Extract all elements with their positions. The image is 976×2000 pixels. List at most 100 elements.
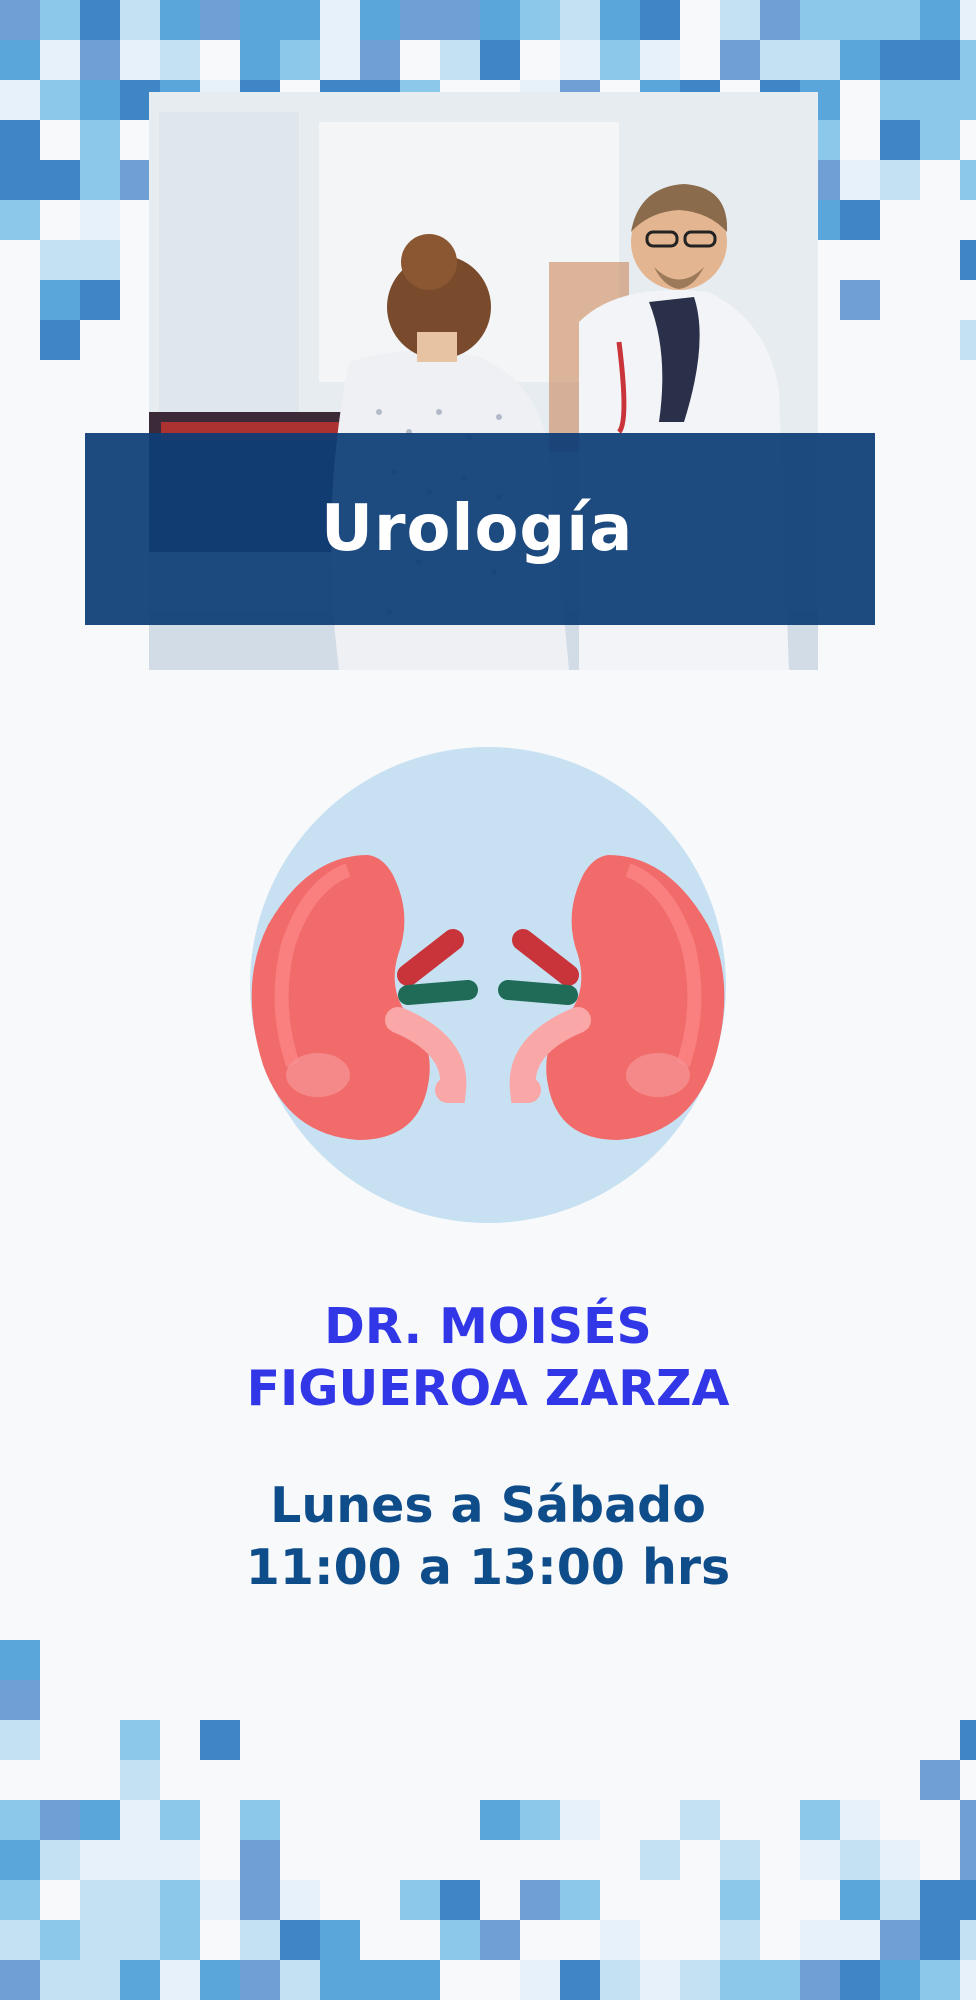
mosaic-tile <box>920 120 960 160</box>
mosaic-tile <box>960 0 976 40</box>
mosaic-tile <box>720 1880 760 1920</box>
mosaic-tile <box>720 1840 760 1880</box>
doctor-name-line-1: DR. MOISÉS <box>324 1298 652 1355</box>
mosaic-tile <box>320 0 360 40</box>
mosaic-tile <box>920 1760 960 1800</box>
mosaic-tile <box>240 40 280 80</box>
doctor-name-line-2: FIGUEROA ZARZA <box>246 1360 730 1417</box>
mosaic-tile <box>120 1840 160 1880</box>
mosaic-tile <box>840 160 880 200</box>
mosaic-tile <box>680 1800 720 1840</box>
mosaic-tile <box>0 1720 40 1760</box>
mosaic-tile <box>160 1800 200 1840</box>
mosaic-tile <box>240 1800 280 1840</box>
mosaic-tile <box>320 1920 360 1960</box>
mosaic-tile <box>800 0 840 40</box>
mosaic-tile <box>560 1880 600 1920</box>
mosaic-tile <box>40 80 80 120</box>
mosaic-tile <box>0 200 40 240</box>
mosaic-tile <box>0 0 40 40</box>
schedule-days: Lunes a Sábado <box>270 1477 706 1534</box>
mosaic-tile <box>80 200 120 240</box>
mosaic-tile <box>760 0 800 40</box>
mosaic-tile <box>40 1960 80 2000</box>
mosaic-tile <box>40 40 80 80</box>
mosaic-tile <box>80 160 120 200</box>
mosaic-tile <box>640 40 680 80</box>
mosaic-tile <box>720 0 760 40</box>
mosaic-tile <box>960 80 976 120</box>
mosaic-tile <box>520 1960 560 2000</box>
mosaic-tile <box>320 40 360 80</box>
mosaic-tile <box>120 1880 160 1920</box>
mosaic-tile <box>960 240 976 280</box>
mosaic-tile <box>800 40 840 80</box>
mosaic-tile <box>0 1880 40 1920</box>
mosaic-tile <box>520 0 560 40</box>
mosaic-tile <box>80 240 120 280</box>
mosaic-tile <box>160 1960 200 2000</box>
mosaic-tile <box>680 1960 720 2000</box>
mosaic-tile <box>920 1880 960 1920</box>
mosaic-tile <box>280 0 320 40</box>
mosaic-tile <box>120 0 160 40</box>
mosaic-tile <box>120 1960 160 2000</box>
mosaic-tile <box>320 1960 360 2000</box>
mosaic-tile <box>120 40 160 80</box>
mosaic-tile <box>40 1800 80 1840</box>
mosaic-tile <box>80 1880 120 1920</box>
mosaic-tile <box>240 1880 280 1920</box>
mosaic-tile <box>280 1960 320 2000</box>
mosaic-tile <box>920 80 960 120</box>
mosaic-tile <box>440 0 480 40</box>
mosaic-tile <box>560 40 600 80</box>
mosaic-tile <box>0 1800 40 1840</box>
mosaic-tile <box>960 40 976 80</box>
mosaic-tile <box>120 1760 160 1800</box>
mosaic-tile <box>80 0 120 40</box>
mosaic-tile <box>600 40 640 80</box>
mosaic-tile <box>80 120 120 160</box>
mosaic-tile <box>400 0 440 40</box>
mosaic-tile <box>200 0 240 40</box>
mosaic-tile <box>600 1920 640 1960</box>
mosaic-tile <box>880 40 920 80</box>
mosaic-tile <box>240 1920 280 1960</box>
mosaic-tile <box>640 1960 680 2000</box>
mosaic-tile <box>840 1960 880 2000</box>
mosaic-tile <box>40 0 80 40</box>
mosaic-tile <box>40 160 80 200</box>
mosaic-tile <box>80 1960 120 2000</box>
mosaic-tile <box>560 1800 600 1840</box>
mosaic-tile <box>360 0 400 40</box>
mosaic-tile <box>720 40 760 80</box>
mosaic-tile <box>720 1960 760 2000</box>
mosaic-tile <box>920 1920 960 1960</box>
kidneys-icon <box>248 745 728 1225</box>
mosaic-tile <box>920 1960 960 2000</box>
mosaic-tile <box>80 1840 120 1880</box>
mosaic-tile <box>480 40 520 80</box>
mosaic-tile <box>480 1800 520 1840</box>
mosaic-tile <box>160 1920 200 1960</box>
mosaic-tile <box>840 280 880 320</box>
mosaic-tile <box>760 40 800 80</box>
mosaic-tile <box>440 1920 480 1960</box>
mosaic-tile <box>400 1960 440 2000</box>
title-banner: Urología <box>85 433 875 625</box>
mosaic-tile <box>760 1960 800 2000</box>
mosaic-tile <box>40 1840 80 1880</box>
mosaic-tile <box>280 1880 320 1920</box>
mosaic-tile <box>0 1840 40 1880</box>
mosaic-tile <box>880 0 920 40</box>
mosaic-tile <box>800 1800 840 1840</box>
mosaic-tile <box>0 1960 40 2000</box>
mosaic-tile <box>200 1880 240 1920</box>
mosaic-tile <box>80 280 120 320</box>
mosaic-tile <box>80 80 120 120</box>
mosaic-tile <box>160 1840 200 1880</box>
mosaic-tile <box>440 40 480 80</box>
mosaic-tile <box>120 1800 160 1840</box>
mosaic-tile <box>920 40 960 80</box>
mosaic-tile <box>520 1800 560 1840</box>
